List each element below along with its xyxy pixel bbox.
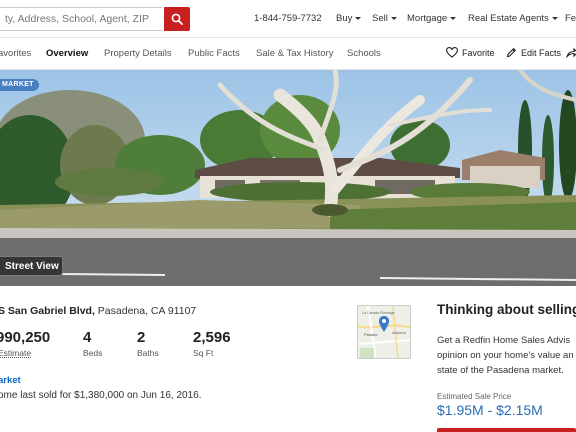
nav-mortgage[interactable]: Mortgage bbox=[407, 13, 457, 24]
property-tabs: avorites Overview Property Details Publi… bbox=[0, 38, 576, 70]
selling-title: Thinking about selling bbox=[437, 302, 576, 317]
share-button[interactable] bbox=[566, 47, 576, 58]
tab-sale-tax-history[interactable]: Sale & Tax History bbox=[256, 48, 333, 59]
cta-button-edge[interactable] bbox=[437, 428, 576, 432]
nav-buy[interactable]: Buy bbox=[336, 13, 362, 24]
edit-facts-button[interactable]: Edit Facts bbox=[506, 47, 561, 58]
selling-description: Get a Redfin Home Sales Advis opinion on… bbox=[437, 333, 574, 378]
tab-schools[interactable]: Schools bbox=[347, 48, 381, 59]
search-button[interactable] bbox=[164, 7, 190, 31]
pencil-icon bbox=[506, 47, 517, 58]
selling-line-2: opinion on your home’s value an bbox=[437, 350, 574, 361]
tab-overview[interactable]: Overview bbox=[46, 48, 88, 59]
tab-public-facts[interactable]: Public Facts bbox=[188, 48, 240, 59]
nav-real-estate-agents[interactable]: Real Estate Agents bbox=[468, 13, 558, 24]
nav-sell-label: Sell bbox=[372, 13, 388, 24]
favorite-button[interactable]: Favorite bbox=[446, 47, 495, 58]
nav-feed[interactable]: Fe bbox=[565, 13, 576, 24]
baths-label: Baths bbox=[137, 348, 159, 358]
street-address: S San Gabriel Blvd, bbox=[0, 305, 95, 317]
estimated-sale-range: $1.95M - $2.15M bbox=[437, 402, 543, 418]
nav-buy-label: Buy bbox=[336, 13, 353, 24]
city-state-zip: Pasadena, CA 91107 bbox=[97, 305, 197, 317]
sqft-label: Sq Ft bbox=[193, 348, 214, 358]
baths-value: 2 bbox=[137, 329, 146, 346]
estimated-sale-label: Estimated Sale Price bbox=[437, 392, 512, 401]
map-label-top: La Canada Flintridge bbox=[362, 311, 395, 315]
selling-line-1: Get a Redfin Home Sales Advis bbox=[437, 335, 571, 346]
price-value: 990,250 bbox=[0, 329, 51, 346]
beds-label: Beds bbox=[83, 348, 103, 358]
selling-line-3: state of the Pasadena market. bbox=[437, 365, 564, 376]
tab-favorites[interactable]: avorites bbox=[0, 48, 31, 59]
market-link[interactable]: arket bbox=[0, 375, 21, 386]
map-label-side: Altadena bbox=[392, 331, 406, 335]
chevron-down-icon bbox=[450, 17, 457, 20]
map-label-city: Pasade bbox=[364, 332, 378, 337]
market-status-badge: MARKET bbox=[0, 79, 39, 91]
property-photo[interactable] bbox=[0, 70, 576, 286]
share-icon bbox=[566, 47, 576, 58]
street-view-button[interactable]: Street View bbox=[0, 256, 63, 276]
favorite-label: Favorite bbox=[462, 47, 495, 58]
sqft-value: 2,596 bbox=[193, 329, 231, 346]
chevron-down-icon bbox=[551, 17, 558, 20]
nav-sell[interactable]: Sell bbox=[372, 13, 397, 24]
heart-icon bbox=[446, 47, 458, 58]
chevron-down-icon bbox=[355, 17, 362, 20]
beds-value: 4 bbox=[83, 329, 92, 346]
last-sold-text: ome last sold for $1,380,000 on Jun 16, … bbox=[0, 390, 202, 401]
search-icon bbox=[171, 13, 183, 25]
street-view-image bbox=[0, 70, 576, 286]
price-estimate-link[interactable]: Estimate bbox=[0, 348, 31, 358]
search-input[interactable]: ty, Address, School, Agent, ZIP bbox=[0, 7, 162, 31]
map-thumbnail[interactable]: La Canada Flintridge Pasade Altadena bbox=[357, 305, 411, 359]
property-address: S San Gabriel Blvd, Pasadena, CA 91107 bbox=[0, 305, 196, 317]
phone-number[interactable]: 1-844-759-7732 bbox=[254, 13, 322, 24]
tab-property-details[interactable]: Property Details bbox=[104, 48, 172, 59]
map-image: La Canada Flintridge Pasade Altadena bbox=[358, 306, 410, 358]
nav-mortgage-label: Mortgage bbox=[407, 13, 448, 24]
edit-facts-label: Edit Facts bbox=[521, 47, 562, 58]
top-header: ty, Address, School, Agent, ZIP 1-844-75… bbox=[0, 0, 576, 38]
chevron-down-icon bbox=[390, 17, 397, 20]
nav-agents-label: Real Estate Agents bbox=[468, 13, 549, 24]
